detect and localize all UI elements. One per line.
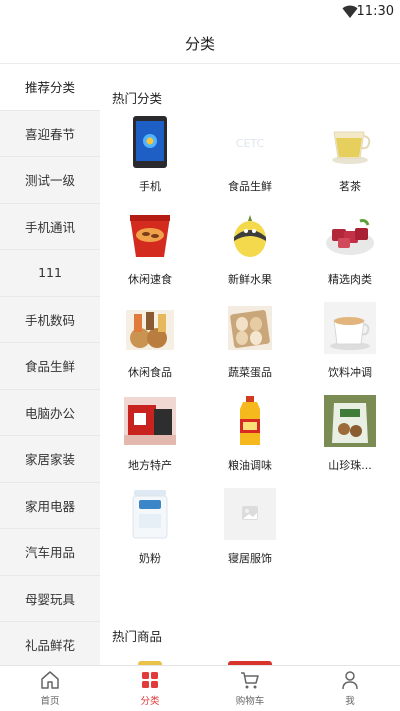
sidebar-item-label: 推荐分类 bbox=[24, 80, 75, 96]
category-label: 食品生鲜 bbox=[228, 180, 272, 193]
sidebar-item-label: 母婴玩具 bbox=[24, 591, 75, 607]
specialty-image bbox=[124, 395, 176, 447]
tab-label: 首页 bbox=[40, 696, 60, 707]
phone-image bbox=[124, 116, 176, 168]
tab-cart[interactable]: 购物车 bbox=[200, 666, 300, 711]
sidebar-item-label: 手机数码 bbox=[24, 312, 75, 328]
melon-image bbox=[224, 209, 276, 261]
sidebar-item-auto[interactable]: 汽车用品 bbox=[0, 529, 100, 576]
milk-tea-image bbox=[324, 302, 376, 354]
sidebar-item-gifts-flowers[interactable]: 礼品鲜花 bbox=[0, 622, 100, 665]
sidebar-item-test-level1[interactable]: 测试一级 bbox=[0, 157, 100, 204]
sidebar-item-label: 手机通讯 bbox=[24, 219, 75, 235]
sidebar-item-appliances[interactable]: 家用电器 bbox=[0, 482, 100, 529]
sidebar-item-recommended[interactable]: 推荐分类 bbox=[0, 64, 100, 111]
instant-noodle-image bbox=[124, 209, 176, 261]
meat-image bbox=[324, 209, 376, 261]
sidebar-item-label: 家居家装 bbox=[24, 452, 75, 468]
tab-label: 我 bbox=[345, 696, 355, 707]
category-label: 休闲速食 bbox=[128, 273, 172, 286]
home-icon bbox=[41, 671, 59, 689]
sidebar-item-baby-toys[interactable]: 母婴玩具 bbox=[0, 575, 100, 622]
category-label: 山珍珠... bbox=[328, 459, 372, 472]
cart-icon bbox=[241, 672, 259, 689]
sidebar-item-fresh-food[interactable]: 食品生鲜 bbox=[0, 343, 100, 390]
sidebar-item-label: 家用电器 bbox=[24, 498, 75, 514]
sidebar-item-mobile-comm[interactable]: 手机通讯 bbox=[0, 203, 100, 250]
hot-products-title: 热门商品 bbox=[112, 629, 163, 644]
sidebar-item-label: 111 bbox=[38, 265, 62, 281]
category-label: 蔬菜蛋品 bbox=[228, 366, 272, 379]
mushroom-bag-image bbox=[324, 395, 376, 447]
snack-image bbox=[124, 302, 176, 354]
oil-bottle-image bbox=[224, 395, 276, 447]
category-label: 茗茶 bbox=[339, 180, 361, 193]
category-cell-snacks[interactable]: 休闲食品 bbox=[100, 298, 200, 391]
page-title: 分类 bbox=[184, 35, 215, 53]
sidebar-item-label: 礼品鲜花 bbox=[24, 638, 75, 654]
page-header: 分类 bbox=[0, 24, 400, 64]
category-cell-mountain-treasures[interactable]: 山珍珠... bbox=[300, 391, 400, 484]
category-cell-beverages[interactable]: 饮料冲调 bbox=[300, 298, 400, 391]
bottom-tab-bar: 首页 分类 购物车 我 bbox=[0, 665, 400, 711]
tab-me[interactable]: 我 bbox=[300, 666, 400, 711]
category-label: 粮油调味 bbox=[228, 459, 272, 472]
sidebar-item-label: 电脑办公 bbox=[24, 405, 75, 421]
category-cell-phone[interactable]: 手机 bbox=[100, 112, 200, 205]
category-cell-apparel[interactable]: 寝居服饰 bbox=[200, 484, 300, 577]
category-label: 精选肉类 bbox=[328, 273, 372, 286]
sidebar-item-label: 食品生鲜 bbox=[24, 359, 75, 375]
category-cell-vegetables-eggs[interactable]: 蔬菜蛋品 bbox=[200, 298, 300, 391]
category-cell-tea[interactable]: 茗茶 bbox=[300, 112, 400, 205]
sidebar-item-label: 测试一级 bbox=[24, 173, 75, 189]
tea-cup-image bbox=[324, 116, 376, 168]
placeholder-image bbox=[224, 488, 276, 540]
category-content: 热门分类 手机 CETC 食品生鲜 茗茶 休闲速食 新鲜水果 精选肉类 休闲食品… bbox=[100, 64, 400, 665]
sidebar-item-label: 喜迎春节 bbox=[24, 126, 75, 142]
category-label: 奶粉 bbox=[139, 552, 161, 565]
category-sidebar: 推荐分类 喜迎春节 测试一级 手机通讯 111 手机数码 食品生鲜 电脑办公 家… bbox=[0, 64, 100, 665]
hot-categories-title: 热门分类 bbox=[112, 91, 163, 106]
category-label: 寝居服饰 bbox=[228, 552, 272, 565]
category-cell-milk-powder[interactable]: 奶粉 bbox=[100, 484, 200, 577]
tab-category[interactable]: 分类 bbox=[100, 666, 200, 711]
status-bar: 11:30 bbox=[0, 0, 400, 24]
category-label: 手机 bbox=[139, 180, 161, 193]
category-cell-grain-oil[interactable]: 粮油调味 bbox=[200, 391, 300, 484]
status-time: 11:30 bbox=[356, 4, 394, 19]
sidebar-item-111[interactable]: 111 bbox=[0, 250, 100, 297]
sidebar-item-digital[interactable]: 手机数码 bbox=[0, 296, 100, 343]
category-icon bbox=[142, 672, 158, 688]
user-icon bbox=[342, 671, 358, 690]
eggs-image bbox=[224, 302, 276, 354]
tab-label: 分类 bbox=[140, 696, 160, 707]
category-cell-local-specialty[interactable]: 地方特产 bbox=[100, 391, 200, 484]
cetc-logo-image: CETC bbox=[224, 116, 276, 168]
category-cell-meat[interactable]: 精选肉类 bbox=[300, 205, 400, 298]
category-label: 新鲜水果 bbox=[228, 273, 272, 286]
category-cell-fruit[interactable]: 新鲜水果 bbox=[200, 205, 300, 298]
category-label: 地方特产 bbox=[128, 459, 172, 472]
category-cell-instant-food[interactable]: 休闲速食 bbox=[100, 205, 200, 298]
milk-powder-image bbox=[124, 488, 176, 540]
category-label: 休闲食品 bbox=[128, 366, 172, 379]
tab-home[interactable]: 首页 bbox=[0, 666, 100, 711]
sidebar-item-home-decor[interactable]: 家居家装 bbox=[0, 436, 100, 483]
svg-text:CETC: CETC bbox=[236, 137, 265, 150]
category-label: 饮料冲调 bbox=[328, 366, 372, 379]
hot-categories-grid: 手机 CETC 食品生鲜 茗茶 休闲速食 新鲜水果 精选肉类 休闲食品 蔬菜蛋品… bbox=[100, 112, 400, 577]
sidebar-item-label: 汽车用品 bbox=[24, 545, 75, 561]
tab-label: 购物车 bbox=[235, 696, 265, 707]
category-cell-fresh-food[interactable]: CETC 食品生鲜 bbox=[200, 112, 300, 205]
sidebar-item-computer-office[interactable]: 电脑办公 bbox=[0, 389, 100, 436]
sidebar-item-spring-festival[interactable]: 喜迎春节 bbox=[0, 110, 100, 157]
